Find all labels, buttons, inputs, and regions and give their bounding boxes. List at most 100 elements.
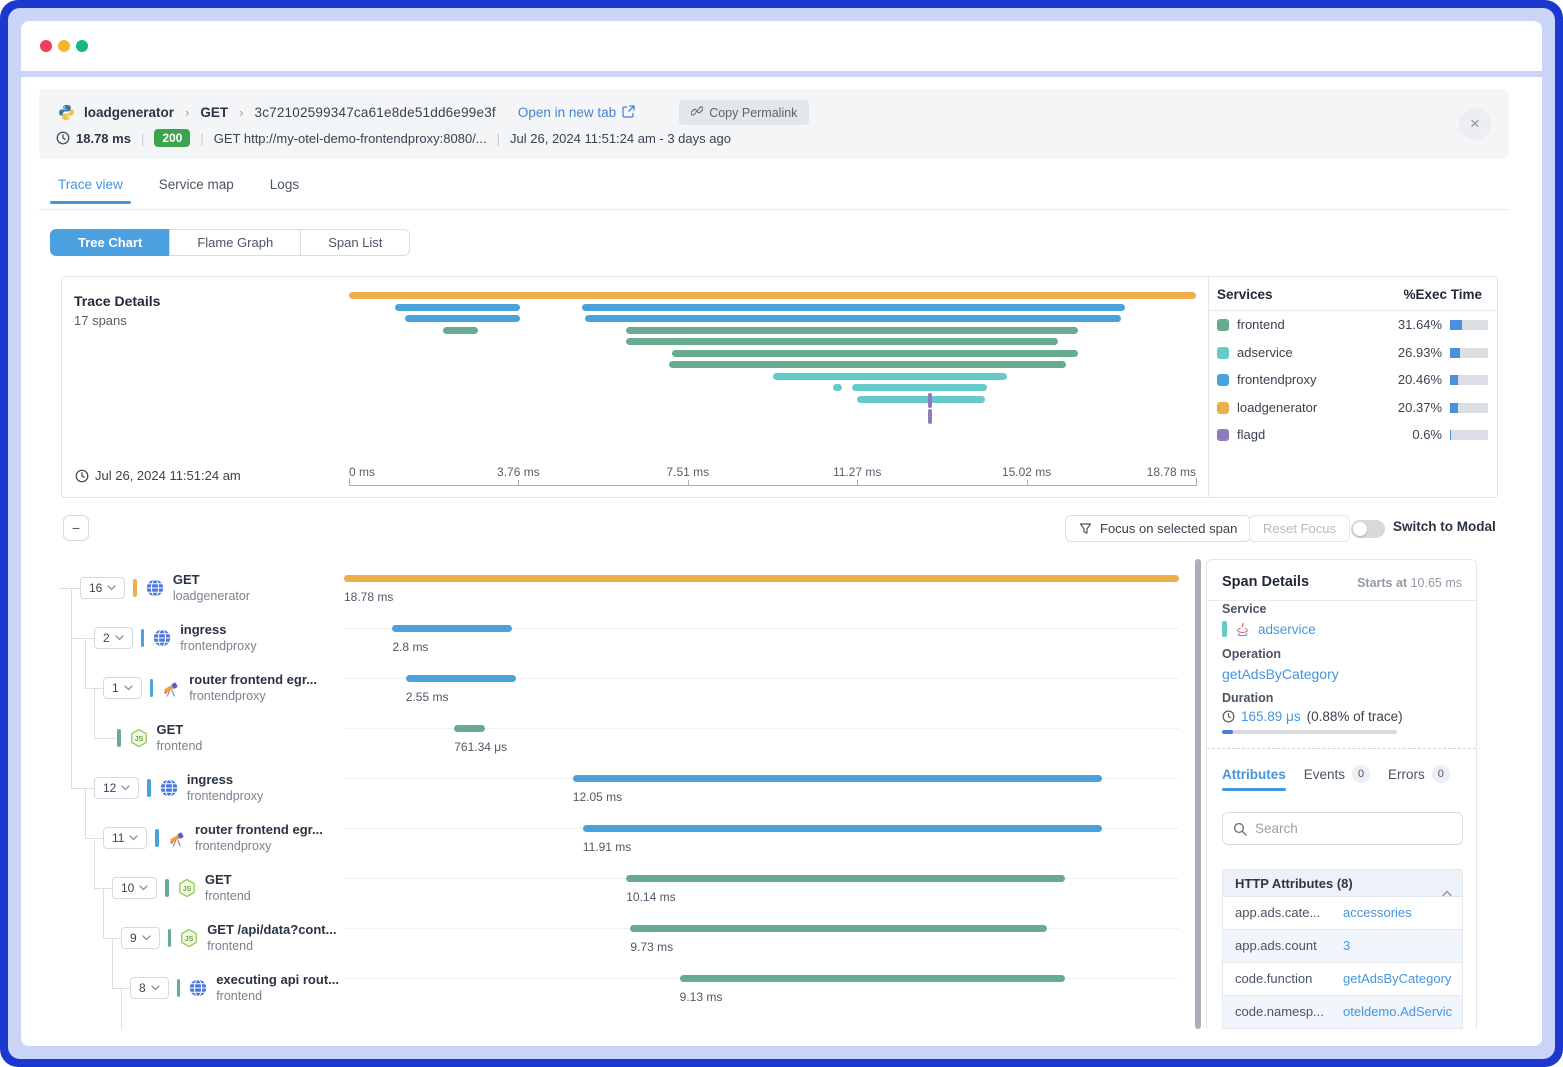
span-service-tick [165,879,169,897]
minimap-span-bar [833,384,841,391]
copy-permalink-button[interactable]: Copy Permalink [679,100,809,125]
duration-row: 165.89 μs (0.88% of trace) [1222,709,1403,724]
telescope-icon [161,678,181,698]
vertical-scrollbar[interactable] [1195,559,1201,1029]
span-duration-bar[interactable] [630,925,1047,932]
attribute-row: code.namesp...oteldemo.AdServic [1222,996,1463,1029]
tab-logs[interactable]: Logs [270,177,299,204]
span-duration-bar[interactable] [680,975,1065,982]
span-tree-row[interactable]: 12.05 ms12ingressfrontendproxy [39,763,1189,813]
breadcrumb-method[interactable]: GET [200,105,228,120]
tab-service-map[interactable]: Service map [159,177,234,204]
service-color-tick [1222,621,1227,637]
span-tree: 18.78 ms16GETloadgenerator2.8 ms2ingress… [39,559,1189,1029]
span-expander-chip[interactable]: 2 [94,627,133,649]
globe-icon [145,578,165,598]
tree-connector [85,638,86,688]
minimap-span-bar [395,304,520,311]
span-expander-chip[interactable]: 8 [130,977,169,999]
span-duration-bar[interactable] [626,875,1064,882]
trace-minimap[interactable]: 0 ms3.76 ms7.51 ms11.27 ms15.02 ms18.78 … [62,277,1208,499]
span-tree-row[interactable]: 10.14 ms10JSGETfrontend [39,863,1189,913]
close-icon[interactable]: × [1459,108,1491,140]
service-legend-row[interactable]: frontend31.64% [1209,311,1498,338]
attribute-value[interactable]: accessories [1343,897,1412,929]
service-exec-fill [1450,375,1458,385]
trace-timestamp: Jul 26, 2024 11:51:24 am - 3 days ago [510,131,731,146]
span-tree-row[interactable]: 761.34 μsJSGETfrontend [39,713,1189,763]
span-duration-bar[interactable] [454,725,485,732]
traffic-light-close[interactable] [40,40,52,52]
span-tree-row[interactable]: 9.13 ms8executing api rout...frontend [39,963,1189,1013]
span-duration-bar[interactable] [392,625,511,632]
minimap-span-bar [405,315,520,322]
span-duration-bar[interactable] [573,775,1102,782]
span-tree-row[interactable]: 2.55 ms1router frontend egr...frontendpr… [39,663,1189,713]
axis-tick-label: 3.76 ms [497,465,540,479]
attribute-value[interactable]: getAdsByCategory [1343,963,1451,995]
search-input[interactable] [1255,821,1452,836]
tree-connector [71,788,94,789]
switcher-span-list[interactable]: Span List [300,229,410,256]
collapse-all-button[interactable]: − [63,515,89,541]
panel-tab-attributes[interactable]: Attributes [1222,767,1286,791]
traffic-light-minimize[interactable] [58,40,70,52]
attribute-value[interactable]: oteldemo.AdServic [1343,996,1452,1028]
span-text: GETloadgenerator [173,572,250,604]
span-expander-chip[interactable]: 12 [94,777,139,799]
status-code-badge: 200 [154,129,190,147]
trace-header-card: loadgenerator › GET › 3c72102599347ca61e… [39,89,1509,159]
attribute-value[interactable]: 3 [1343,930,1350,962]
span-duration-bar[interactable] [406,675,516,682]
span-expander-chip[interactable]: 1 [103,677,142,699]
axis-tick-mark [518,480,519,486]
switcher-tree-chart[interactable]: Tree Chart [50,229,170,256]
span-duration-bar[interactable] [583,825,1102,832]
tab-count-badge: 0 [1352,765,1370,783]
span-expander-chip[interactable]: 10 [112,877,157,899]
span-duration-label: 2.55 ms [406,690,449,704]
service-color-chip [1217,402,1229,414]
panel-tab-errors[interactable]: Errors0 [1388,765,1450,792]
span-name: GET [157,722,203,738]
span-name: ingress [187,772,263,788]
duration-value[interactable]: 165.89 μs [1241,709,1301,724]
span-expander-chip[interactable]: 9 [121,927,160,949]
switch-to-modal-toggle[interactable] [1351,520,1385,538]
http-attributes-header[interactable]: HTTP Attributes (8) [1222,869,1463,897]
span-tree-row[interactable]: 18.78 ms16GETloadgenerator [39,563,1189,613]
traffic-light-maximize[interactable] [76,40,88,52]
switcher-flame-graph[interactable]: Flame Graph [169,229,301,256]
span-tree-row[interactable]: 11.91 ms11router frontend egr...frontend… [39,813,1189,863]
span-expander-chip[interactable]: 11 [103,827,147,849]
panel-tab-events[interactable]: Events0 [1304,765,1370,792]
funnel-icon [1079,522,1092,535]
tab-trace-view[interactable]: Trace view [58,177,123,204]
span-duration-bar[interactable] [344,575,1179,582]
titlebar [21,21,1542,71]
trace-tree-section: 18.78 ms16GETloadgenerator2.8 ms2ingress… [39,559,1500,1029]
open-in-new-tab-link[interactable]: Open in new tab [518,105,635,121]
panel-divider [1207,600,1476,601]
minimap-span-bar [626,338,1058,345]
service-name-link[interactable]: adservice [1258,622,1316,637]
service-legend-row[interactable]: adservice26.93% [1209,339,1498,366]
focus-label: Focus on selected span [1100,521,1237,536]
window-outer-border: loadgenerator › GET › 3c72102599347ca61e… [0,0,1563,1067]
globe-icon [152,628,172,648]
span-duration-label: 10.14 ms [626,890,675,904]
span-tree-row[interactable]: 9.73 ms9JSGET /api/data?cont...frontend [39,913,1189,963]
span-tree-row[interactable]: 2.8 ms2ingressfrontendproxy [39,613,1189,663]
operation-name-link[interactable]: getAdsByCategory [1222,666,1339,682]
service-legend-row[interactable]: frontendproxy20.46% [1209,366,1498,393]
service-legend-row[interactable]: loadgenerator20.37% [1209,394,1498,421]
http-attributes-title: HTTP Attributes (8) [1235,876,1353,891]
attributes-search[interactable] [1222,812,1463,845]
span-expander-chip[interactable]: 16 [80,577,125,599]
tree-connector [121,988,122,1029]
node-icon: JS [177,878,197,898]
service-legend-row[interactable]: flagd0.6% [1209,421,1498,448]
breadcrumb-service[interactable]: loadgenerator [84,105,174,120]
reset-focus-button[interactable]: Reset Focus [1249,515,1350,542]
focus-selected-span-button[interactable]: Focus on selected span [1065,515,1251,542]
